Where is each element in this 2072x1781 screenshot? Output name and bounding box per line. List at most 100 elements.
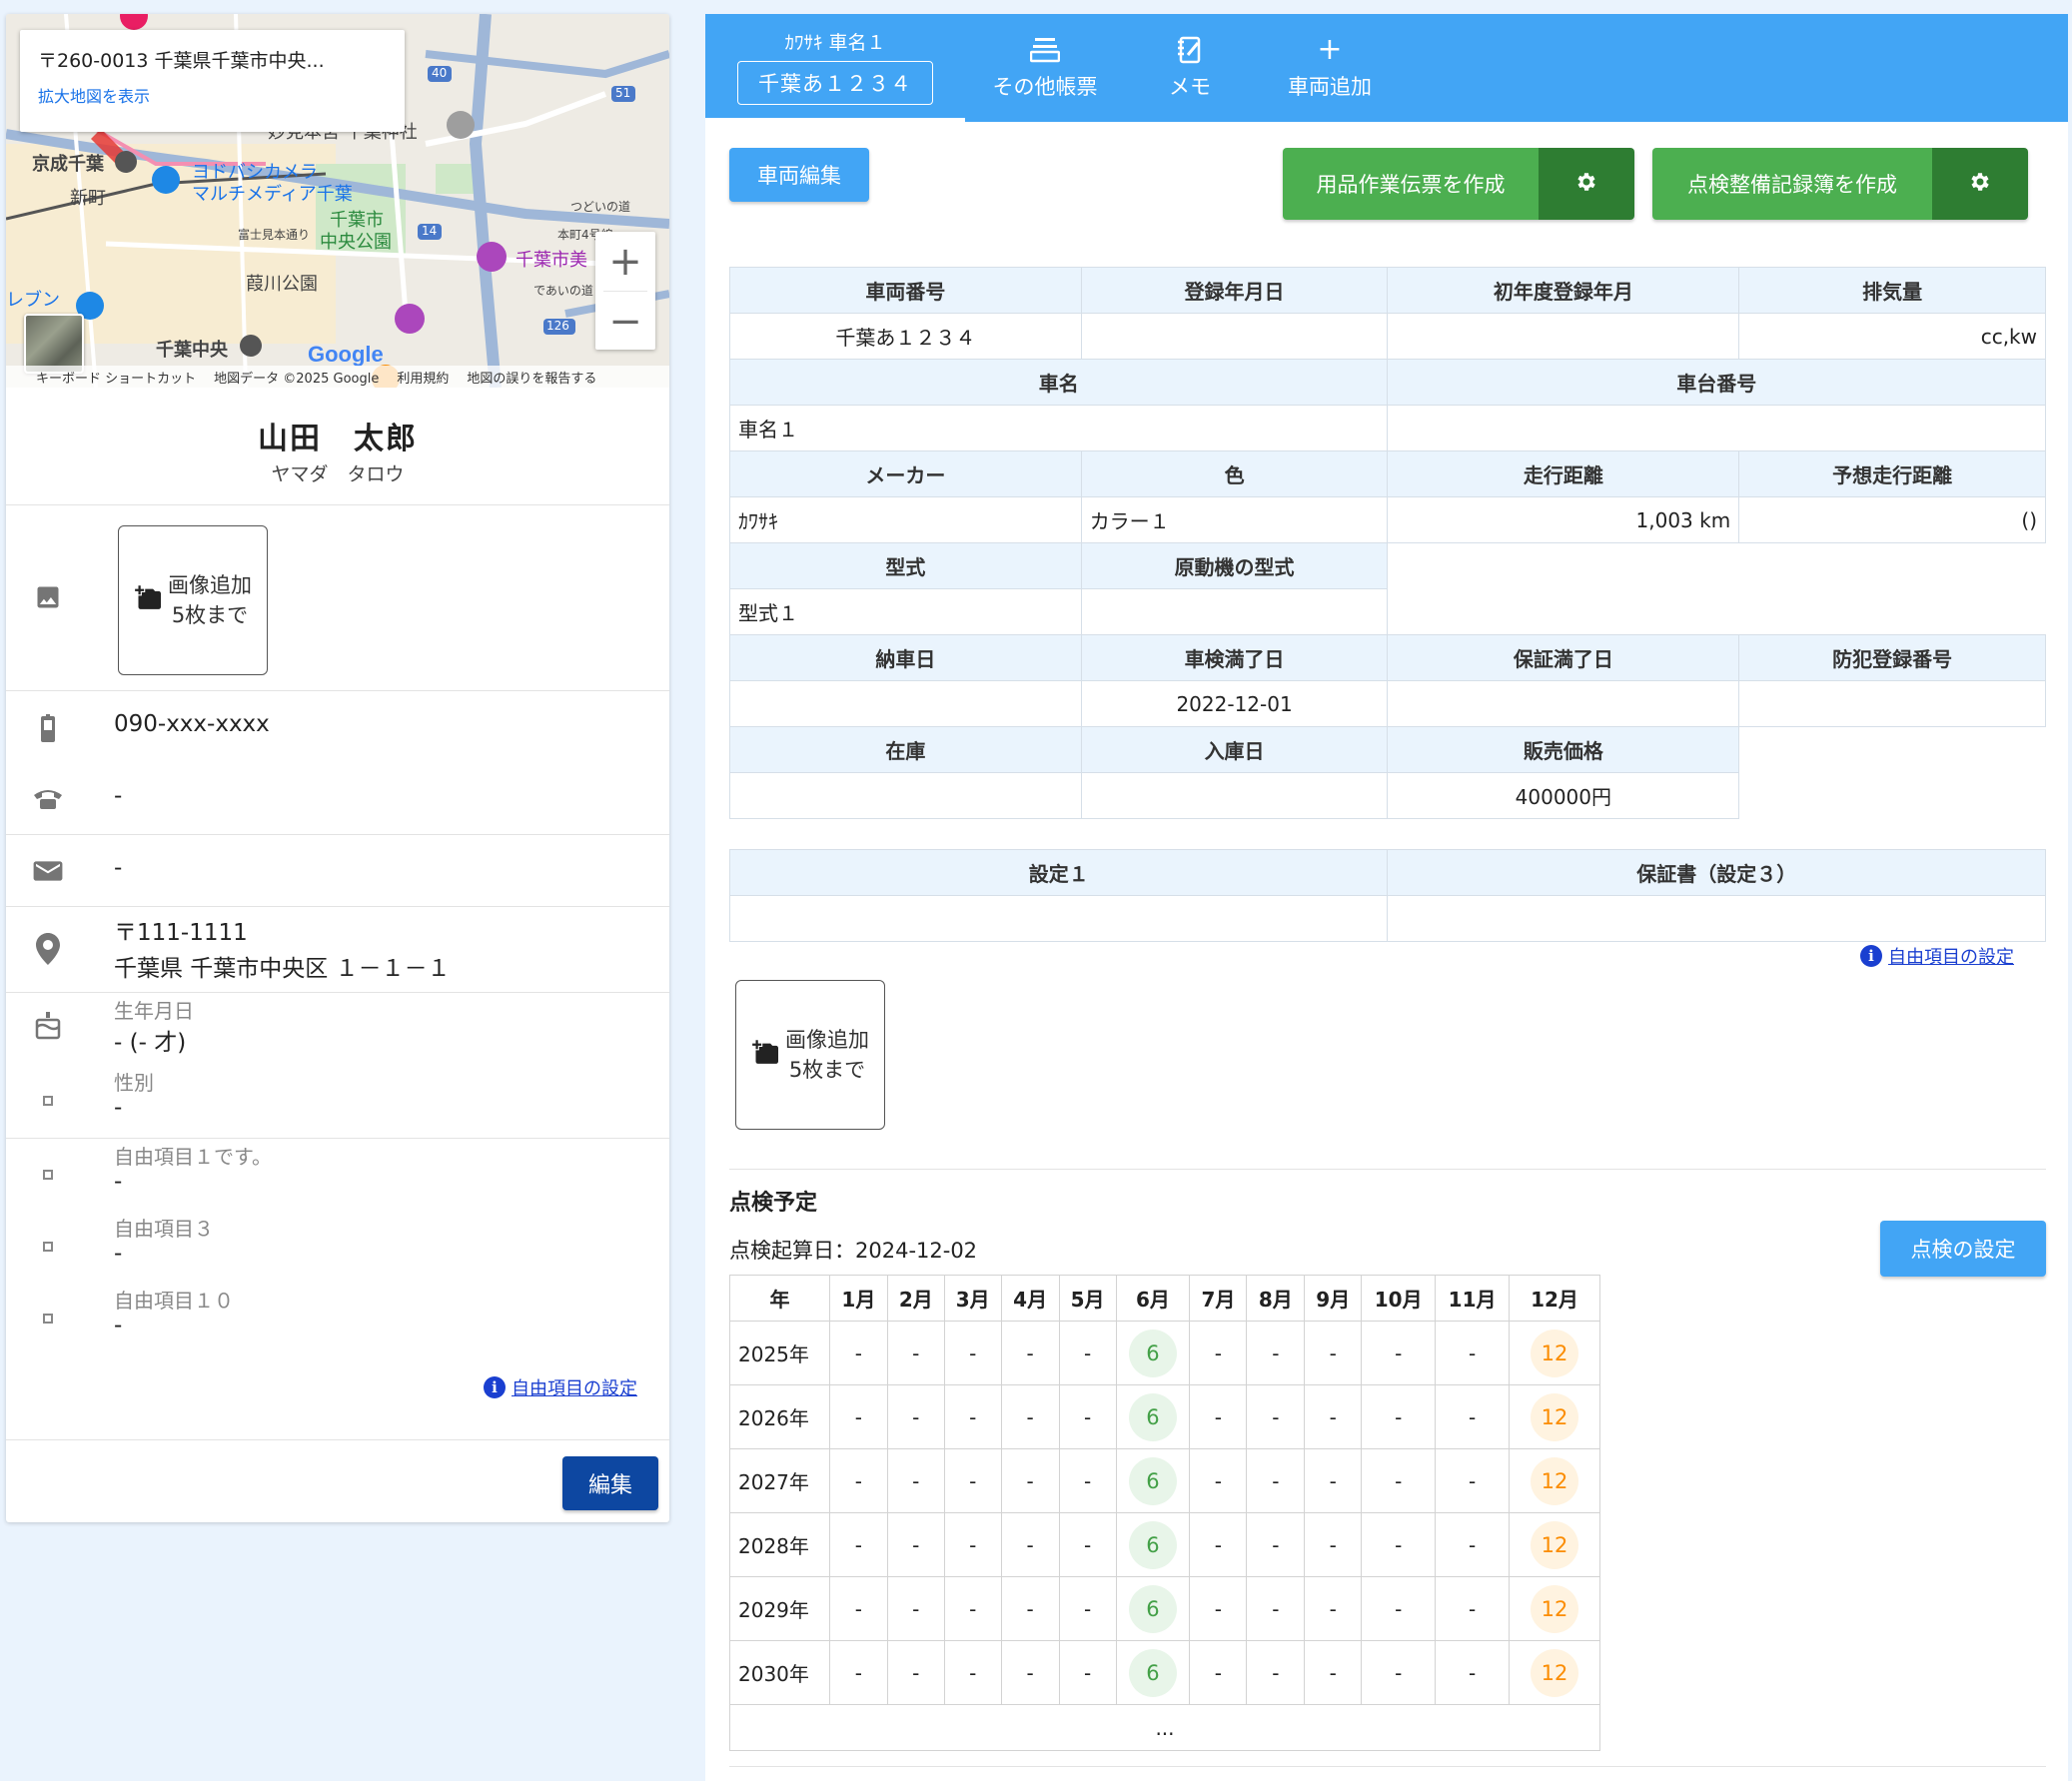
header-setting-1: 設定１ (728, 849, 1389, 896)
schedule-cell: - (1435, 1512, 1511, 1577)
free-item-1-value: - (114, 1169, 123, 1195)
supply-slip-settings-button[interactable] (1539, 148, 1634, 220)
inspection-month-badge[interactable]: 6 (1128, 1584, 1177, 1633)
inspection-month-badge[interactable]: 12 (1531, 1456, 1579, 1505)
email-icon (32, 855, 64, 887)
add-image-button[interactable]: 画像追加 5枚まで (118, 525, 268, 675)
tab-other-forms[interactable]: その他帳票 (965, 14, 1125, 122)
inspection-settings-button[interactable]: 点検の設定 (1880, 1221, 2046, 1277)
vehicle-number: 千葉あ１２３４ (729, 313, 1082, 360)
inspection-month-badge[interactable]: 6 (1128, 1329, 1177, 1377)
edit-vehicle-button[interactable]: 車両編集 (729, 148, 869, 202)
schedule-row: 2025年 - - - - -6- - - - -12 (729, 1321, 1600, 1385)
schedule-cell: - (1304, 1640, 1363, 1705)
schedule-cell: - (886, 1576, 945, 1641)
inspection-month-badge[interactable]: 12 (1531, 1584, 1579, 1633)
inspection-month-badge[interactable]: 6 (1128, 1520, 1177, 1569)
edit-customer-button[interactable]: 編集 (562, 1456, 658, 1510)
inspection-month-badge[interactable]: 12 (1531, 1520, 1579, 1569)
schedule-cell: - (1304, 1321, 1363, 1385)
schedule-cell: - (1435, 1576, 1511, 1641)
location-pin-icon (32, 933, 64, 965)
expected-mileage: () (1738, 496, 2046, 543)
schedule-cell: 6 (1115, 1448, 1191, 1513)
schedule-cell: - (1361, 1384, 1437, 1449)
schedule-cell: - (1361, 1576, 1437, 1641)
schedule-cell: - (1058, 1448, 1117, 1513)
schedule-year: 2027年 (729, 1448, 830, 1513)
terms-link[interactable]: 利用規約 (397, 368, 449, 387)
schedule-column-header: 5月 (1058, 1275, 1117, 1322)
schedule-cell: - (1246, 1512, 1306, 1577)
schedule-cell: - (1304, 1448, 1363, 1513)
schedule-column-header: 8月 (1246, 1275, 1306, 1322)
phone-number: - (114, 783, 123, 809)
supply-slip-button-group: 用品作業伝票を作成 (1283, 148, 1634, 220)
create-supply-slip-button[interactable]: 用品作業伝票を作成 (1283, 148, 1539, 220)
map[interactable]: 妙見本宮 千葉神社 京成千葉 新町 ヨドバシカメラ マルチメディア千葉 千葉市 … (6, 14, 669, 388)
inspection-month-badge[interactable]: 12 (1531, 1329, 1579, 1377)
birthday-label: 生年月日 (114, 999, 194, 1023)
setting-1 (728, 895, 1389, 942)
schedule-cell: - (1361, 1321, 1437, 1385)
vehicle-settings-table: 設定１ 保証書（設定３） (728, 849, 2046, 942)
zoom-in-button[interactable]: + (595, 232, 655, 291)
inspection-record-button-group: 点検整備記録簿を作成 (1652, 148, 2028, 220)
schedule-cell: - (1058, 1384, 1117, 1449)
tab-memo[interactable]: メモ (1125, 14, 1255, 122)
warranty-expiry (1387, 680, 1740, 727)
inspection-month-badge[interactable]: 6 (1128, 1648, 1177, 1697)
free-items: 自由項目１です。 - 自由項目３ - 自由項目１０ - i 自由項目の設定 (6, 1139, 669, 1440)
vehicle-add-image-button[interactable]: 画像追加 5枚まで (735, 980, 885, 1130)
schedule-cell: - (1189, 1640, 1248, 1705)
map-label: 富士見本通り (238, 228, 311, 242)
route-badge: 51 (615, 86, 631, 100)
vehicle-tab-bar: ｶﾜｻｷ 車名１ 千葉あ１２３４ その他帳票 メモ + 車両追加 (705, 14, 2068, 122)
tab-add-vehicle[interactable]: + 車両追加 (1255, 14, 1405, 122)
address-value: 千葉県 千葉市中央区 １－１－１ (114, 956, 451, 982)
schedule-cell: - (828, 1640, 888, 1705)
color: カラー１ (1080, 496, 1389, 543)
schedule-cell: - (1361, 1512, 1437, 1577)
schedule-cell: - (943, 1384, 1002, 1449)
schedule-year: 2025年 (729, 1321, 830, 1385)
customer-image-row: 画像追加 5枚まで (6, 505, 669, 691)
vehicle-panel: ｶﾜｻｷ 車名１ 千葉あ１２３４ その他帳票 メモ + 車両追加 車両編集 用品… (705, 14, 2068, 1781)
schedule-cell: - (1189, 1448, 1248, 1513)
schedule-cell: - (1058, 1321, 1117, 1385)
header-arrival-date: 入庫日 (1080, 726, 1389, 773)
customer-card: 妙見本宮 千葉神社 京成千葉 新町 ヨドバシカメラ マルチメディア千葉 千葉市 … (6, 14, 669, 1522)
mobile-number[interactable]: 090-xxx-xxxx (114, 711, 270, 737)
vehicle-free-item-settings-link[interactable]: i 自由項目の設定 (1860, 943, 2014, 969)
empty-cell (1739, 727, 2046, 819)
schedule-column-header: 10月 (1361, 1275, 1437, 1322)
tab-other-forms-label: その他帳票 (992, 75, 1098, 99)
customer-name-block: 山田 太郎 ヤマダ タロウ (6, 388, 669, 505)
header-warranty-document: 保証書（設定３） (1387, 849, 2046, 896)
maker: ｶﾜｻｷ (729, 496, 1082, 543)
inspection-month-badge[interactable]: 6 (1128, 1392, 1177, 1441)
schedule-column-header: 9月 (1304, 1275, 1363, 1322)
schedule-cell: - (1058, 1512, 1117, 1577)
free-item-settings-link[interactable]: i 自由項目の設定 (484, 1374, 637, 1400)
inspection-record-settings-button[interactable] (1932, 148, 2028, 220)
inspection-month-badge[interactable]: 12 (1531, 1392, 1579, 1441)
schedule-cell: 12 (1509, 1448, 1600, 1513)
enlarge-map-link[interactable]: 拡大地図を表示 (38, 83, 387, 107)
schedule-more-indicator[interactable]: ... (729, 1704, 1600, 1751)
schedule-cell: 12 (1509, 1512, 1600, 1577)
phone-icon (32, 783, 64, 815)
create-inspection-record-button[interactable]: 点検整備記録簿を作成 (1652, 148, 1932, 220)
tab-current-vehicle[interactable]: ｶﾜｻｷ 車名１ 千葉あ１２３４ (705, 14, 965, 122)
header-price: 販売価格 (1387, 726, 1740, 773)
report-error-link[interactable]: 地図の誤りを報告する (467, 368, 596, 387)
inspection-month-badge[interactable]: 12 (1531, 1648, 1579, 1697)
schedule-cell: - (1246, 1576, 1306, 1641)
inspection-month-badge[interactable]: 6 (1128, 1456, 1177, 1505)
car-name: 車名１ (728, 405, 1389, 451)
gender-value: - (114, 1095, 123, 1121)
schedule-row: 2029年 - - - - -6- - - - -12 (729, 1576, 1600, 1641)
keyboard-shortcuts-link[interactable]: キーボード ショートカット (36, 368, 196, 387)
satellite-toggle[interactable] (24, 314, 84, 374)
zoom-out-button[interactable]: − (595, 292, 655, 351)
